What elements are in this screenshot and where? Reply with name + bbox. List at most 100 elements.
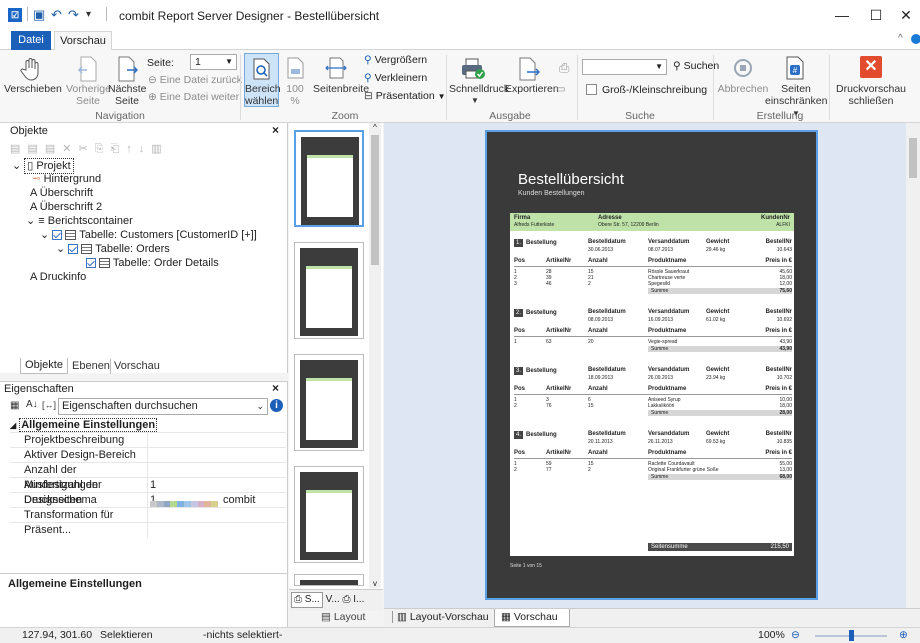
properties-icon[interactable]: ▥ — [151, 143, 168, 155]
page-thumbnail-4[interactable] — [294, 466, 364, 563]
next-file-button[interactable]: ⊕ Eine Datei weiter — [148, 91, 239, 103]
categorized-icon[interactable]: ▦ — [10, 400, 19, 411]
next-page-button[interactable]: Nächste Seite — [108, 83, 147, 107]
tree-item-orders[interactable]: ⌄ Tabelle: Orders — [12, 242, 287, 256]
select-area-button[interactable]: Bereich wählen — [244, 53, 281, 107]
match-case-checkbox[interactable] — [586, 84, 597, 95]
property-row[interactable]: Projektbeschreibung — [10, 433, 286, 448]
tree-item-ueberschrift[interactable]: A Überschrift — [12, 186, 287, 200]
chevron-down-icon[interactable]: ⌄ — [40, 229, 49, 241]
property-row[interactable]: Aktiver Design-Bereich — [10, 448, 286, 463]
list-icon[interactable]: ▤ — [45, 143, 62, 155]
property-row[interactable]: Transformation für Präsent... — [10, 508, 286, 538]
close-window-button[interactable]: ✕ — [886, 4, 920, 26]
collapse-ribbon-icon[interactable]: ^ — [898, 33, 903, 44]
chevron-down-icon[interactable]: ▼ — [655, 60, 663, 74]
zoom-out-icon[interactable]: ⊖ — [791, 628, 800, 643]
thumbnail-scrollbar[interactable]: ^ v — [369, 123, 381, 588]
tab-datei[interactable]: Datei — [11, 31, 51, 50]
zoom-in-icon[interactable]: ⊕ — [899, 628, 908, 643]
customize-quickaccess-icon[interactable]: ▾ — [86, 9, 91, 20]
design-scheme-swatches — [150, 497, 218, 508]
tab-objekte[interactable]: Objekte — [20, 358, 68, 374]
preview-scrollbar[interactable] — [906, 123, 920, 608]
export-button[interactable]: Exportieren — [505, 83, 559, 95]
previous-page-button[interactable]: Vorherige Seite — [66, 83, 111, 107]
arrow-up-icon[interactable]: ↑ — [126, 143, 139, 155]
tab-layout-vorschau[interactable]: ▥ Layout-Vorschau — [392, 611, 489, 623]
chevron-down-icon[interactable]: ▼ — [225, 55, 233, 69]
close-objects-panel-icon[interactable]: × — [272, 123, 279, 137]
close-preview-button[interactable]: Druckvorschau schließen — [832, 83, 910, 107]
page-thumbnail-3[interactable] — [294, 354, 364, 451]
property-row[interactable]: Designschema combit — [10, 493, 286, 508]
combit-icon[interactable]: ☑ — [8, 8, 22, 22]
collapse-triangle-icon[interactable]: ◢ — [10, 421, 16, 430]
tab-vorschau-bottom[interactable]: ▦ Vorschau — [494, 609, 570, 627]
chevron-down-icon[interactable]: ⌄ — [26, 215, 35, 227]
page-thumbnail-2[interactable] — [294, 242, 364, 339]
quick-print-button[interactable]: Schnelldruck ▼ — [449, 83, 509, 107]
paste-icon[interactable]: ⎗ — [110, 143, 126, 155]
copy-icon[interactable]: ▤ — [27, 143, 44, 155]
scrollbar-thumb[interactable] — [909, 138, 917, 178]
close-properties-panel-icon[interactable]: × — [272, 381, 279, 395]
page-width-button[interactable]: Seitenbreite — [313, 83, 369, 95]
property-category[interactable]: ◢ Allgemeine Einstellungen — [10, 418, 286, 433]
checkbox-checked-icon[interactable] — [86, 258, 96, 269]
property-row[interactable]: Mindestzahl der Druckseiten 1 — [10, 478, 286, 508]
scroll-down-icon[interactable]: v — [369, 579, 381, 588]
pan-button[interactable]: Verschieben — [4, 83, 62, 95]
expression-icon[interactable]: [↔] — [42, 400, 56, 410]
chevron-down-icon[interactable]: ⌄ — [12, 160, 21, 172]
cancel-button[interactable]: Abbrechen — [715, 83, 771, 95]
zoom-in-button[interactable]: ⚲ Vergrößern — [364, 54, 427, 66]
copy2-icon[interactable]: ⎘ — [95, 143, 111, 155]
thumb-tab-1[interactable]: ⎙ S... — [291, 592, 323, 608]
save-icon[interactable]: ▣ — [33, 7, 45, 23]
cut-icon[interactable]: ✂ — [78, 143, 94, 155]
help-icon[interactable] — [911, 34, 920, 44]
properties-search-input[interactable]: Eigenschaften durchsuchen ⌄ — [58, 398, 268, 415]
chevron-down-icon[interactable]: ⌄ — [56, 243, 65, 255]
search-combobox[interactable]: ▼ — [582, 59, 667, 75]
zoom-100-button[interactable]: 100 % — [280, 83, 310, 107]
redo-icon[interactable]: ↷ — [68, 7, 79, 23]
page-number-field[interactable]: 1 ▼ — [190, 54, 237, 70]
tab-layout[interactable]: ▤ Layout — [321, 611, 365, 623]
scroll-up-icon[interactable]: ^ — [369, 123, 381, 132]
tree-item-berichtscontainer[interactable]: ⌄ ≡ Berichtscontainer — [12, 214, 287, 228]
tree-item-druckinfo[interactable]: A Druckinfo — [12, 270, 287, 284]
zoom-slider-thumb[interactable] — [849, 630, 854, 641]
thumb-tab-2[interactable]: V... ⎙ — [326, 594, 351, 605]
printer-icon[interactable]: ⎙ — [559, 60, 569, 76]
tree-item-hintergrund[interactable]: ╶◦ Hintergrund — [12, 172, 287, 186]
tab-ebenen[interactable]: Ebenen — [72, 359, 110, 374]
page-thumbnail-5[interactable] — [294, 574, 364, 586]
tree-item-order-details[interactable]: Tabelle: Order Details — [12, 256, 287, 270]
chevron-down-icon[interactable]: ⌄ — [256, 399, 264, 414]
order-bestellung-label: Bestellung — [526, 240, 557, 246]
tab-vorschau-panel[interactable]: Vorschau — [110, 359, 160, 374]
page-thumbnail-1[interactable] — [294, 130, 364, 227]
export-options-icon[interactable]: ▭ — [556, 84, 565, 95]
checkbox-checked-icon[interactable] — [52, 230, 63, 241]
property-row[interactable]: Anzahl der Ausfertigungen 1 — [10, 463, 286, 493]
undo-icon[interactable]: ↶ — [51, 7, 62, 23]
thumb-tab-3[interactable]: I... — [353, 594, 364, 605]
order-anzahl-label: Anzahl — [588, 328, 608, 334]
tab-vorschau[interactable]: Vorschau — [54, 31, 112, 51]
tree-item-ueberschrift-2[interactable]: A Überschrift 2 — [12, 200, 287, 214]
zoom-out-button[interactable]: ⚲ Verkleinern — [364, 72, 427, 84]
delete-icon[interactable]: ✕ — [62, 143, 78, 155]
tree-item-customers[interactable]: ⌄ Tabelle: Customers [CustomerID [+]] — [12, 228, 287, 242]
new-icon[interactable]: ▤ — [10, 143, 27, 155]
previous-file-button[interactable]: ⊖ Eine Datei zurück — [148, 74, 242, 86]
info-icon[interactable]: i — [270, 399, 283, 412]
presentation-button[interactable]: ⊟ Präsentation ▼ — [364, 90, 446, 102]
checkbox-checked-icon[interactable] — [68, 244, 79, 255]
scrollbar-thumb[interactable] — [371, 135, 379, 265]
tree-item-projekt[interactable]: ⌄ ▯ Projekt — [12, 158, 287, 174]
arrow-down-icon[interactable]: ↓ — [139, 143, 152, 155]
sort-az-icon[interactable]: A↓ — [26, 399, 38, 410]
